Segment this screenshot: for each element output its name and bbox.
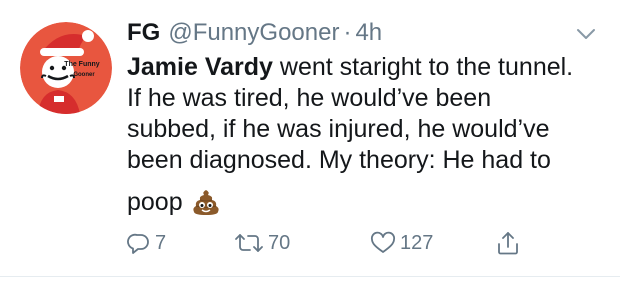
share-button[interactable] — [496, 228, 520, 258]
retweet-count: 70 — [268, 231, 291, 254]
author-handle[interactable]: @FunnyGooner — [168, 16, 339, 50]
reply-icon — [127, 233, 149, 254]
mention-link[interactable]: Jamie Vardy — [127, 53, 273, 81]
avatar-text-line2: Gooner — [73, 72, 95, 78]
reply-button[interactable]: 7 — [127, 228, 166, 258]
share-icon — [498, 232, 518, 255]
tweet-text-line-5-text: poop — [127, 187, 183, 216]
avatar[interactable]: The Funny Gooner — [20, 22, 112, 114]
tweet-divider — [0, 276, 620, 277]
like-button[interactable]: 127 — [370, 228, 433, 258]
like-count: 127 — [400, 231, 434, 254]
tweet-text-line-4: been diagnosed. My theory: He had to — [127, 146, 551, 174]
pile-of-poo-icon — [191, 187, 221, 217]
tweet-header: FG @FunnyGooner · 4h — [127, 16, 597, 50]
timestamp[interactable]: 4h — [355, 16, 382, 50]
chevron-down-icon[interactable] — [575, 26, 597, 42]
avatar-text-line1: The Funny — [64, 61, 99, 68]
tweet[interactable]: The Funny Gooner FG @FunnyGooner · 4h Ja… — [0, 0, 620, 284]
reply-count: 7 — [155, 231, 167, 254]
tweet-text-line-3: subbed, if he was injured, he would’ve — [127, 115, 550, 143]
retweet-icon — [235, 234, 263, 252]
tweet-text-line-5: poop — [127, 180, 597, 224]
retweet-button[interactable]: 70 — [234, 228, 290, 258]
tweet-text: Jamie Vardy went staright to the tunnel.… — [127, 52, 597, 224]
author-name[interactable]: FG — [127, 16, 160, 50]
tweet-text-line-2: If he was tired, he would’ve been — [127, 84, 492, 112]
avatar-image: The Funny Gooner — [20, 22, 112, 114]
tweet-text-line-1: Jamie Vardy went staright to the tunnel. — [127, 52, 597, 83]
tweet-actions: 7 70 127 — [127, 228, 527, 258]
separator-dot: · — [343, 19, 352, 46]
tweet-text-line-1-rest: went staright to the tunnel. — [272, 53, 574, 81]
heart-icon — [371, 231, 395, 253]
tweet-content: FG @FunnyGooner · 4h Jamie Vardy went st… — [127, 16, 597, 224]
